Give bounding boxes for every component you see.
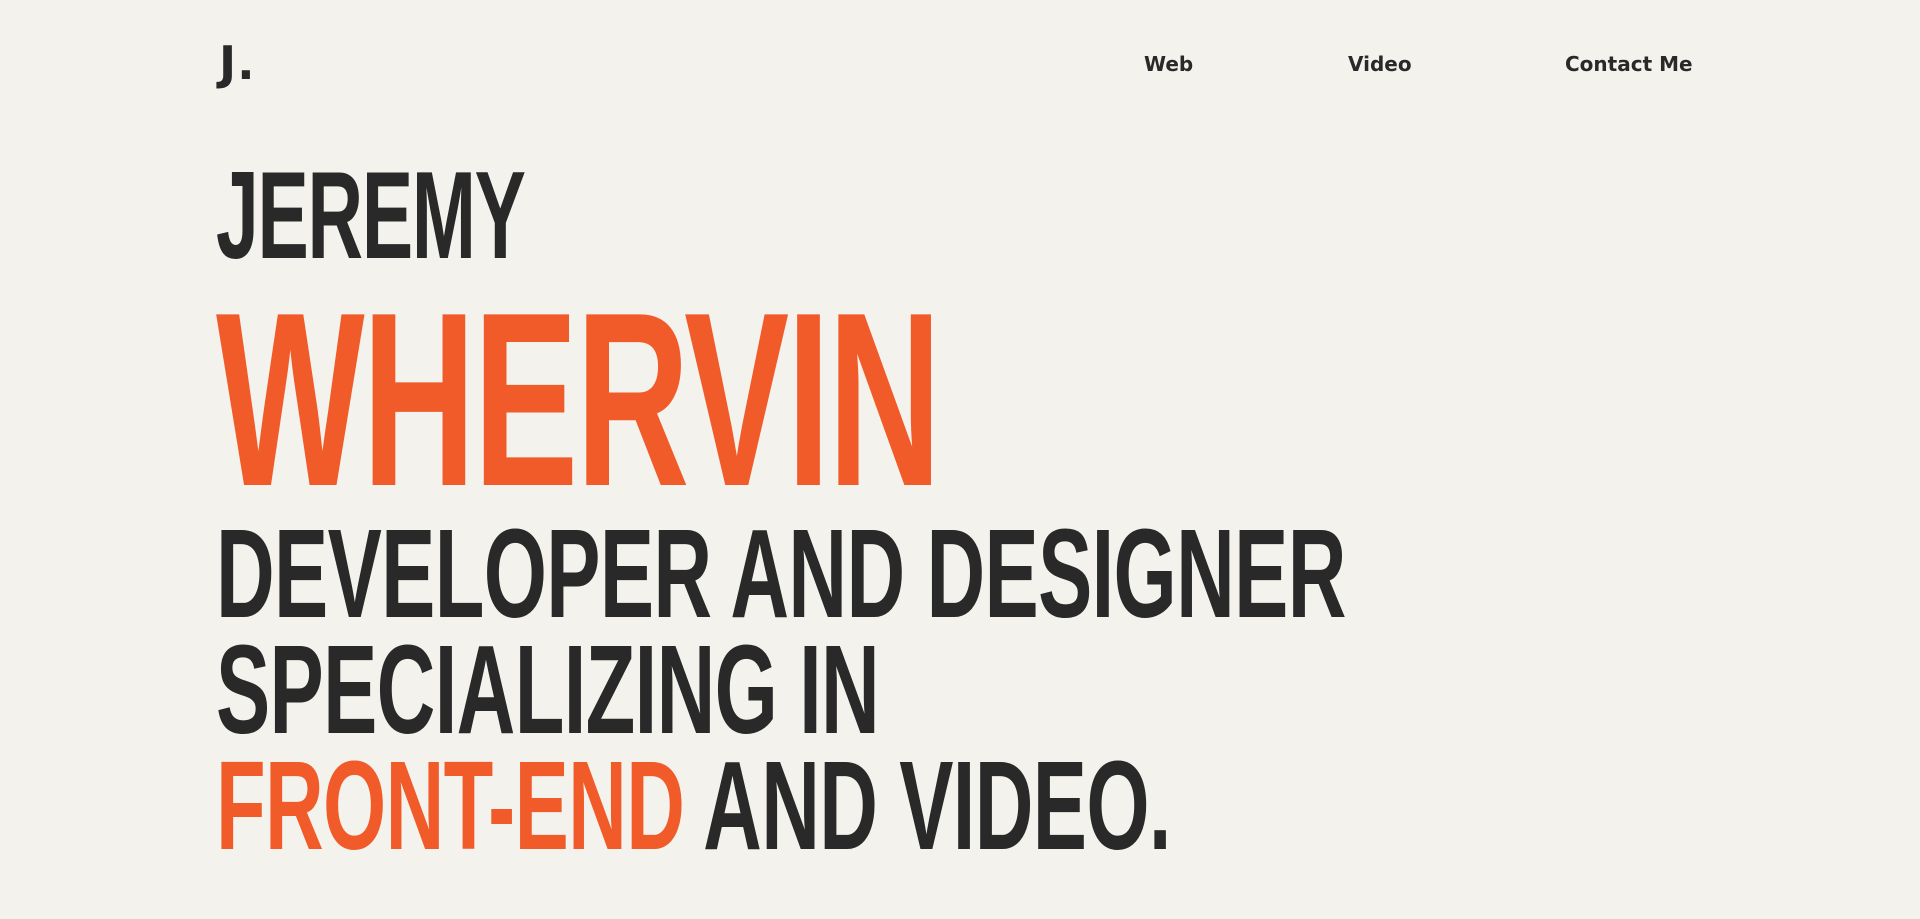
- hero-section: JEREMY WHERVIN DEVELOPER AND DESIGNER SP…: [0, 0, 1920, 919]
- hero-accent-front-end: FRONT-END: [216, 735, 685, 876]
- hero-tagline-line-3-rest: AND VIDEO.: [684, 735, 1171, 876]
- hero-last-name: WHERVIN: [216, 260, 942, 538]
- hero-tagline-line-3: FRONT-END AND VIDEO.: [216, 743, 1171, 869]
